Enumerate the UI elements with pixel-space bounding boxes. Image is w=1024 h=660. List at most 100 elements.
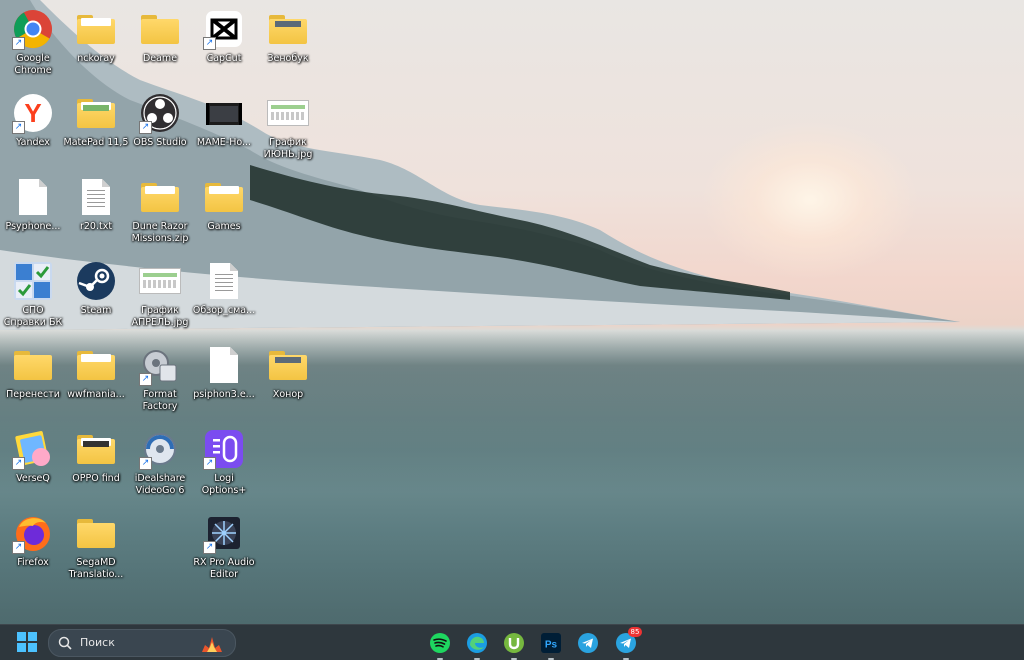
desktop-icon-verseq[interactable]: ↗ VerseQ (0, 428, 66, 485)
desktop-icon-obs-studio[interactable]: ↗ OBS Studio (127, 92, 193, 149)
zip-folder-icon (75, 344, 117, 386)
desktop-icon-yandex[interactable]: Y ↗ Yandex (0, 92, 66, 149)
capcut-icon: ↗ (203, 8, 245, 50)
folder-icon (203, 176, 245, 218)
text-file-icon (203, 260, 245, 302)
desktop-icon-grafik-aprel[interactable]: График АПРЕЛЬ.jpg (127, 260, 193, 329)
folder-icon (267, 8, 309, 50)
shortcut-arrow-icon: ↗ (203, 541, 216, 554)
desktop-icon-mame[interactable]: MAME-Ho... (191, 92, 257, 149)
taskbar-app-telegram[interactable] (576, 631, 600, 655)
videogo-icon: ↗ (139, 428, 181, 470)
image-file-icon (139, 260, 181, 302)
desktop-icon-label: psiphon3.e... (193, 389, 255, 400)
taskbar-search-box[interactable]: Поиск (48, 629, 236, 657)
desktop-icon-psyphone[interactable]: Psyphone... (0, 176, 66, 233)
desktop-icon-rx-pro-audio[interactable]: ↗ RX Pro Audio Editor (191, 512, 257, 581)
photoshop-icon: Ps (541, 633, 561, 653)
desktop-icon-games[interactable]: Games (191, 176, 257, 233)
desktop-icon-label: Logi Options+ (201, 473, 247, 496)
desktop-icon-label: SegaMD Translatio... (68, 557, 124, 580)
desktop-icon-label: Steam (80, 305, 112, 316)
svg-text:Y: Y (24, 98, 41, 128)
desktop-icon-obzor[interactable]: Обзор_сма... (191, 260, 257, 317)
shortcut-arrow-icon: ↗ (139, 457, 152, 470)
firefox-icon: ↗ (12, 512, 54, 554)
desktop-icon-wwfmania[interactable]: wwfmania... (63, 344, 129, 401)
shortcut-arrow-icon: ↗ (139, 121, 152, 134)
desktop-icon-steam[interactable]: Steam (63, 260, 129, 317)
taskbar-app-telegram-2[interactable]: 85 (614, 627, 642, 660)
notification-badge: 85 (628, 627, 642, 637)
text-file-icon (75, 176, 117, 218)
folder-icon (267, 344, 309, 386)
edge-icon (467, 633, 487, 653)
logi-icon: ↗ (203, 428, 245, 470)
blank-file-icon (12, 176, 54, 218)
yandex-icon: Y ↗ (12, 92, 54, 134)
desktop-icon-label: СПО Справки БК (3, 305, 63, 328)
desktop-icon-label: iDealshare VideoGo 6 (134, 473, 186, 496)
desktop-icon-spo[interactable]: СПО Справки БК (0, 260, 66, 329)
rx-audio-icon: ↗ (203, 512, 245, 554)
search-highlight-icon (202, 637, 222, 652)
taskbar-app-edge[interactable] (465, 631, 489, 660)
taskbar-app-spotify[interactable] (428, 631, 452, 660)
shortcut-arrow-icon: ↗ (12, 37, 25, 50)
desktop-icon-honor[interactable]: Хонор (255, 344, 321, 401)
desktop-icon-label: Обзор_сма... (192, 305, 256, 316)
taskbar-app-utorrent[interactable] (502, 631, 526, 660)
folder-icon (139, 8, 181, 50)
desktop-icon-label: График ИЮНЬ.jpg (263, 137, 313, 160)
desktop-icon-label: Yandex (16, 137, 50, 148)
taskbar: Поиск Ps 85 (0, 624, 1024, 660)
blank-file-icon (203, 344, 245, 386)
folder-icon (75, 428, 117, 470)
desktop-icon-label: Хонор (272, 389, 304, 400)
desktop-icon-label: RX Pro Audio Editor (193, 557, 255, 580)
desktop-icon-label: r20.txt (79, 221, 113, 232)
desktop-icon-r20-txt[interactable]: r20.txt (63, 176, 129, 233)
shortcut-arrow-icon: ↗ (12, 457, 25, 470)
desktop-icon-nckoray[interactable]: nckoray (63, 8, 129, 65)
desktop-icon-oppo-find[interactable]: OPPO find (63, 428, 129, 485)
verseq-icon: ↗ (12, 428, 54, 470)
desktop-icon-psiphon3[interactable]: psiphon3.e... (191, 344, 257, 401)
desktop-icon-perenesti[interactable]: Перенести (0, 344, 66, 401)
desktop-icon-label: wwfmania... (67, 389, 125, 400)
desktop-icon-logi-options[interactable]: ↗ Logi Options+ (191, 428, 257, 497)
desktop-icon-capcut[interactable]: ↗ CapCut (191, 8, 257, 65)
search-placeholder: Поиск (80, 636, 115, 649)
shortcut-arrow-icon: ↗ (139, 373, 152, 386)
desktop-icon-label: Deame (142, 53, 178, 64)
desktop-icon-dune-razor[interactable]: Dune Razor Missions.zip (127, 176, 193, 245)
desktop-icon-firefox[interactable]: ↗ Firefox (0, 512, 66, 569)
zip-folder-icon (139, 176, 181, 218)
shortcut-arrow-icon: ↗ (203, 37, 216, 50)
desktop-icon-segamd[interactable]: SegaMD Translatio... (63, 512, 129, 581)
chrome-icon: ↗ (12, 8, 54, 50)
shortcut-arrow-icon: ↗ (12, 121, 25, 134)
desktop-icon-label: График АПРЕЛЬ.jpg (131, 305, 189, 328)
desktop-icon-label: Зенобук (267, 53, 309, 64)
desktop-icon-matepad[interactable]: MatePad 11,5 (63, 92, 129, 149)
telegram-icon (578, 633, 598, 653)
start-button[interactable] (17, 632, 37, 652)
desktop-icon-label: Google Chrome (14, 53, 52, 76)
taskbar-app-photoshop[interactable]: Ps (539, 631, 563, 660)
steam-icon (75, 260, 117, 302)
desktop-icon-idealshare[interactable]: ↗ iDealshare VideoGo 6 (127, 428, 193, 497)
desktop-icon-deame[interactable]: Deame (127, 8, 193, 65)
desktop-icon-zenobuk[interactable]: Зенобук (255, 8, 321, 65)
desktop-icon-format-factory[interactable]: ↗ Format Factory (127, 344, 193, 413)
desktop-icon-grafik-iyun[interactable]: График ИЮНЬ.jpg (255, 92, 321, 161)
desktop-icon-label: Перенести (6, 389, 60, 400)
utorrent-icon (504, 633, 524, 653)
folder-icon (12, 344, 54, 386)
desktop-icon-google-chrome[interactable]: ↗ Google Chrome (0, 8, 66, 77)
desktop-icon-label: Format Factory (142, 389, 178, 412)
spotify-icon (430, 633, 450, 653)
search-icon (58, 636, 72, 650)
image-file-icon (267, 92, 309, 134)
desktop-icon-label: Psyphone... (5, 221, 61, 232)
